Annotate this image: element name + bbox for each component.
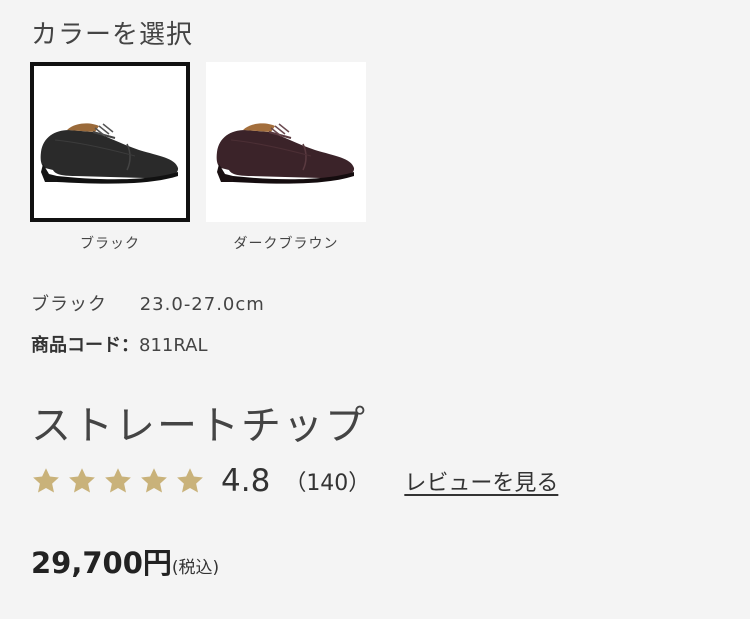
star-rating	[31, 466, 205, 496]
star-icon	[177, 468, 203, 493]
price-amount: 29,700円	[31, 546, 172, 580]
rating-row: 4.8 （140） レビューを見る	[31, 463, 558, 499]
swatch-label-dark-brown: ダークブラウン	[233, 236, 339, 252]
swatch-black[interactable]: ブラック	[30, 62, 190, 253]
product-code-line: 商品コード：811RAL	[31, 331, 207, 357]
shoe-dark-brown-icon	[216, 123, 355, 184]
product-code-label: 商品コード：	[31, 335, 139, 356]
product-code: 811RAL	[139, 335, 208, 356]
shoe-black-icon	[40, 123, 179, 184]
selected-color-name: ブラック	[31, 294, 107, 315]
star-icon	[105, 468, 131, 493]
price-line: 29,700円(税込)	[31, 540, 219, 582]
shoe-black-image	[30, 62, 190, 222]
shoe-dark-brown-image	[206, 62, 366, 222]
star-icon	[141, 468, 167, 493]
tax-label: (税込)	[171, 558, 220, 578]
star-icon	[33, 468, 59, 493]
product-name: ストレートチップ	[31, 403, 367, 449]
color-swatch-list: ブラック ダークブラウン	[30, 62, 366, 253]
view-reviews-link[interactable]: レビューを見る	[404, 465, 558, 497]
color-select-title: カラーを選択	[31, 20, 194, 50]
size-range: 23.0-27.0cm	[139, 294, 265, 315]
swatch-label-black: ブラック	[80, 236, 140, 252]
rating-value: 4.8	[221, 463, 271, 499]
swatch-dark-brown[interactable]: ダークブラウン	[206, 62, 366, 253]
selected-color-size: ブラック 23.0-27.0cm	[31, 290, 265, 316]
star-icon	[69, 468, 95, 493]
review-count: （140）	[284, 471, 371, 496]
